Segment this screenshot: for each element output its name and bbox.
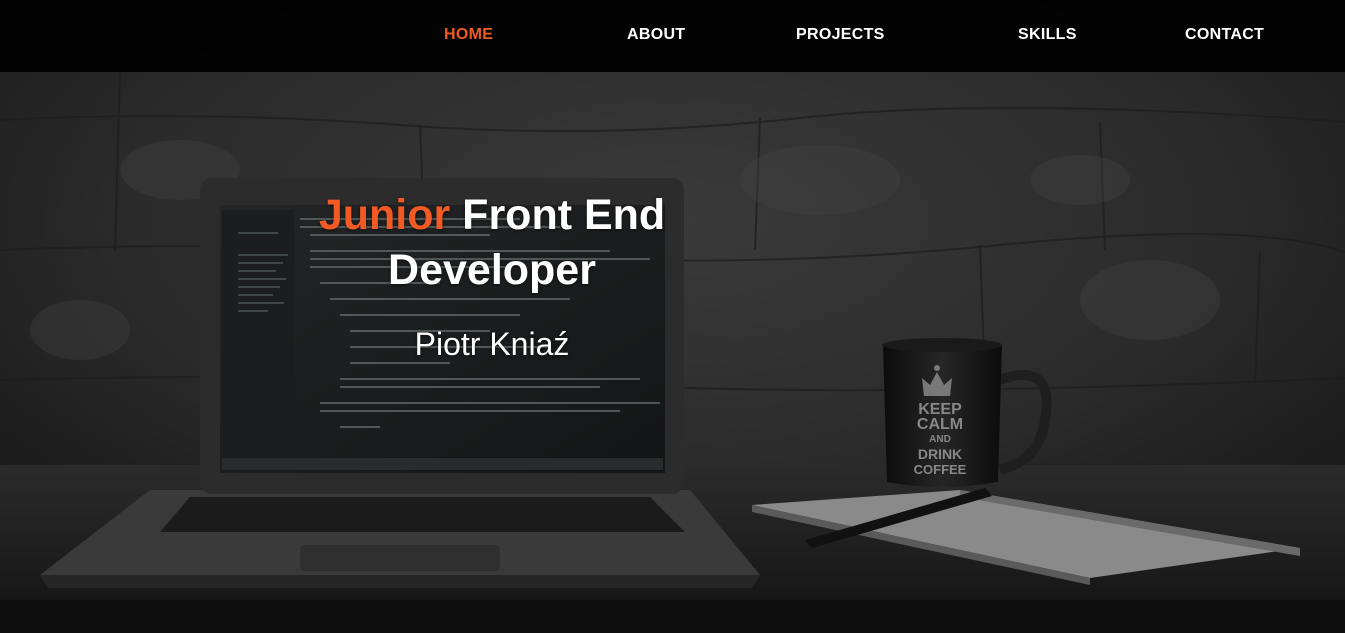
hero-title: Junior Front End Developer [292,188,692,298]
hero-title-accent: Junior [318,191,451,239]
mug-line: KEEP [918,401,962,418]
top-navbar: HOME ABOUT PROJECTS SKILLS CONTACT [0,0,1345,72]
mug-line: AND [929,434,951,445]
portfolio-page: KEEP CALM AND DRINK COFFEE HOME ABOUT PR… [0,0,1345,633]
hero-section: Junior Front End Developer Piotr Kniaź [292,188,692,363]
mug-line: DRINK [917,446,963,462]
nav-link-contact[interactable]: CONTACT [1185,26,1264,44]
mug-line: CALM [916,416,964,433]
mug-print: KEEP CALM AND DRINK COFFEE [890,401,990,478]
nav-link-home[interactable]: HOME [444,26,493,44]
nav-link-projects[interactable]: PROJECTS [796,26,885,44]
nav-link-skills[interactable]: SKILLS [1018,26,1077,44]
hero-name: Piotr Kniaź [414,326,570,362]
mug-line: COFFEE [913,462,967,477]
nav-link-about[interactable]: ABOUT [627,26,685,44]
